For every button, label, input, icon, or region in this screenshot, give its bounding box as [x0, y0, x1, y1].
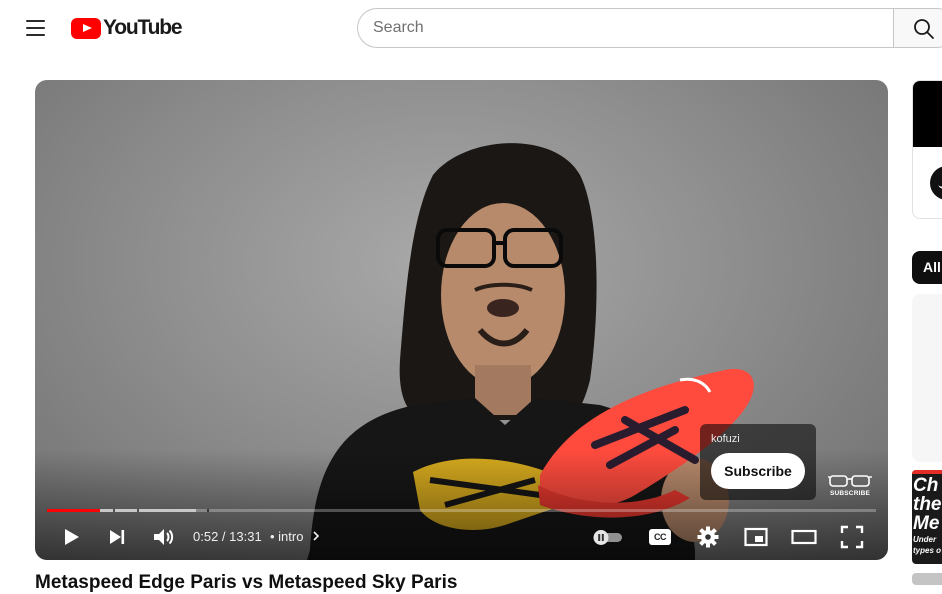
thumb-sub-1: Under: [913, 535, 937, 544]
youtube-logo[interactable]: YouTube: [71, 16, 183, 40]
chapter-divider: [137, 509, 139, 512]
thumb-sub-2: types o: [913, 546, 942, 555]
brand-logo-icon: [930, 166, 942, 200]
miniplayer-icon[interactable]: [743, 524, 769, 550]
video-title: Metaspeed Edge Paris vs Metaspeed Sky Pa…: [35, 572, 458, 593]
youtube-logo-icon: [71, 17, 101, 39]
recommendation-placeholder-2: [912, 573, 942, 585]
settings-icon[interactable]: [695, 524, 721, 550]
progress-bar[interactable]: [47, 509, 876, 512]
search-icon: [914, 19, 934, 39]
thumb-text-2: the: [913, 494, 942, 515]
thumb-text-1: Ch: [913, 475, 939, 496]
logo-text: YouTube: [103, 16, 183, 39]
top-bar: YouTube: [0, 0, 942, 56]
search-button[interactable]: [893, 8, 942, 48]
theater-icon[interactable]: [791, 524, 817, 550]
ad-banner: [913, 81, 942, 147]
autoplay-toggle-icon[interactable]: [591, 524, 625, 550]
play-icon[interactable]: [58, 524, 84, 550]
chevron-right-icon: [313, 531, 320, 541]
subscribe-button[interactable]: Subscribe: [711, 453, 805, 489]
glasses-icon: [828, 475, 872, 487]
ad-card[interactable]: [912, 80, 942, 219]
channel-watermark[interactable]: SUBSCRIBE: [827, 473, 873, 501]
cc-text: CC: [654, 532, 667, 542]
channel-name: kofuzi: [711, 433, 740, 445]
cc-button[interactable]: CC: [647, 524, 673, 550]
menu-icon[interactable]: [22, 14, 50, 42]
fullscreen-icon[interactable]: [839, 524, 865, 550]
search-input[interactable]: [373, 9, 883, 47]
next-icon[interactable]: [104, 524, 130, 550]
search-box: [357, 8, 894, 48]
progress-played: [47, 509, 101, 512]
subscribe-card: kofuzi Subscribe: [700, 424, 816, 500]
player-controls: 0:52 / 13:31 • intro CC: [35, 521, 888, 551]
volume-icon[interactable]: [150, 524, 176, 550]
watermark-label: SUBSCRIBE: [829, 490, 871, 497]
recommended-video-thumbnail[interactable]: Ch the Me Under types o: [912, 470, 942, 564]
chapter-divider: [113, 509, 115, 512]
cc-icon: CC: [649, 529, 671, 545]
chapter-divider: [207, 509, 209, 512]
thumb-text-3: Me: [913, 513, 940, 534]
time-display: 0:52 / 13:31: [193, 529, 262, 544]
thumb-accent: [912, 470, 942, 474]
chip-all[interactable]: All: [912, 251, 942, 284]
chapter-title: • intro: [270, 529, 304, 544]
recommendation-placeholder: [912, 294, 942, 462]
video-player[interactable]: 0:52 / 13:31 • intro CC kofuzi Subscribe…: [35, 80, 888, 560]
chapter-label[interactable]: • intro: [270, 529, 321, 544]
